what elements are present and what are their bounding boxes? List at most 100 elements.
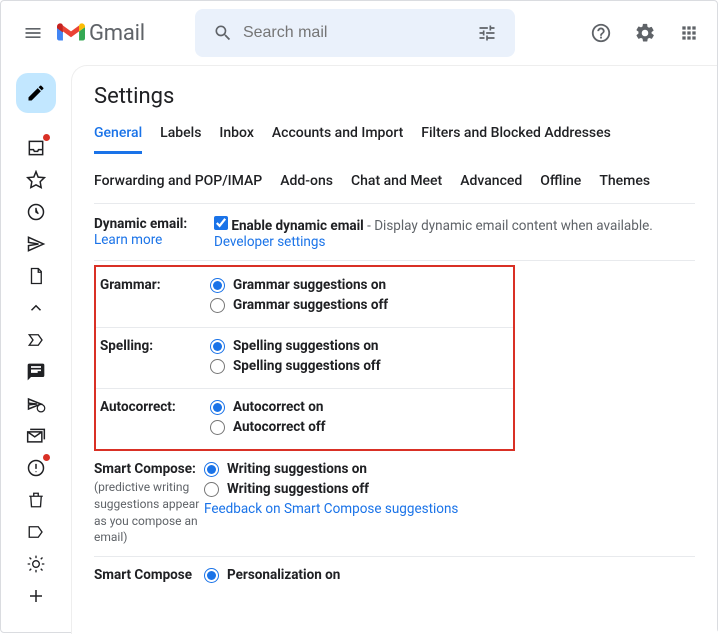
rail-starred[interactable] xyxy=(23,167,49,193)
rail-trash[interactable] xyxy=(23,487,49,513)
settings-tabs-row-1: General Labels Inbox Accounts and Import… xyxy=(94,125,695,155)
autocorrect-label: Autocorrect: xyxy=(100,399,210,439)
rail-categories[interactable] xyxy=(23,519,49,545)
autocorrect-on-radio[interactable] xyxy=(210,400,225,415)
gear-icon xyxy=(26,554,46,574)
personalization-on-label[interactable]: Personalization on xyxy=(227,567,340,583)
tab-filters[interactable]: Filters and Blocked Addresses xyxy=(421,125,611,154)
smart-compose-feedback-link[interactable]: Feedback on Smart Compose suggestions xyxy=(204,501,458,517)
tab-inbox[interactable]: Inbox xyxy=(219,125,253,154)
gear-icon xyxy=(634,22,656,44)
tab-chat[interactable]: Chat and Meet xyxy=(351,173,442,189)
section-smart-compose-personalization: Smart Compose Personalization on xyxy=(94,557,695,597)
smart-compose-pers-label: Smart Compose xyxy=(94,567,204,587)
help-icon xyxy=(590,22,612,44)
rail-spam[interactable] xyxy=(23,455,49,481)
enable-dynamic-email-label: Enable dynamic email xyxy=(231,218,363,234)
tab-general[interactable]: General xyxy=(94,125,142,154)
file-icon xyxy=(27,266,45,286)
spelling-on-radio[interactable] xyxy=(210,339,225,354)
send-icon xyxy=(26,234,46,254)
tab-accounts[interactable]: Accounts and Import xyxy=(272,125,403,154)
spelling-off-label[interactable]: Spelling suggestions off xyxy=(233,358,381,374)
apps-grid-icon xyxy=(679,23,699,43)
notification-dot xyxy=(43,454,50,461)
rail-important[interactable] xyxy=(23,327,49,353)
search-button[interactable] xyxy=(203,13,243,53)
spelling-on-label[interactable]: Spelling suggestions on xyxy=(233,338,379,354)
settings-tabs-row-2: Forwarding and POP/IMAP Add-ons Chat and… xyxy=(94,159,695,204)
search-options-button[interactable] xyxy=(467,13,507,53)
section-dynamic-email: Dynamic email: Learn more Enable dynamic… xyxy=(94,204,695,261)
notification-dot xyxy=(43,134,50,141)
section-smart-compose: Smart Compose: (predictive writing sugge… xyxy=(94,451,695,557)
trash-icon xyxy=(27,490,45,510)
dynamic-email-desc: - Display dynamic email content when ava… xyxy=(364,218,653,234)
search-icon xyxy=(213,23,233,43)
tab-addons[interactable]: Add-ons xyxy=(280,173,333,189)
rail-inbox[interactable] xyxy=(23,135,49,161)
grammar-off-radio[interactable] xyxy=(210,298,225,313)
tab-offline[interactable]: Offline xyxy=(540,173,581,189)
section-autocorrect: Autocorrect: Autocorrect on Autocorrect … xyxy=(96,389,513,449)
rail-create-label[interactable] xyxy=(23,583,49,609)
rail-snoozed[interactable] xyxy=(23,199,49,225)
autocorrect-off-radio[interactable] xyxy=(210,420,225,435)
tab-advanced[interactable]: Advanced xyxy=(460,173,522,189)
header-actions xyxy=(581,13,709,53)
compose-button[interactable] xyxy=(16,73,56,113)
page-title: Settings xyxy=(94,84,695,109)
plus-icon xyxy=(27,587,45,605)
learn-more-link[interactable]: Learn more xyxy=(94,232,162,248)
section-spelling: Spelling: Spelling suggestions on Spelli… xyxy=(96,328,513,389)
search-bar[interactable] xyxy=(195,9,515,57)
smart-compose-on-label[interactable]: Writing suggestions on xyxy=(227,461,367,477)
smart-compose-off-label[interactable]: Writing suggestions off xyxy=(227,481,369,497)
spelling-off-radio[interactable] xyxy=(210,359,225,374)
gmail-logo[interactable]: Gmail xyxy=(57,21,175,46)
grammar-on-label[interactable]: Grammar suggestions on xyxy=(233,277,386,293)
support-button[interactable] xyxy=(581,13,621,53)
tab-themes[interactable]: Themes xyxy=(599,173,650,189)
clock-icon xyxy=(26,202,46,222)
hamburger-icon xyxy=(23,23,43,43)
rail-manage-labels[interactable] xyxy=(23,551,49,577)
rail-collapse[interactable] xyxy=(23,295,49,321)
chat-icon xyxy=(26,362,46,382)
app-name: Gmail xyxy=(89,21,145,46)
app-header: Gmail xyxy=(1,1,717,65)
important-icon xyxy=(26,331,46,349)
rail-chats[interactable] xyxy=(23,359,49,385)
smart-compose-on-radio[interactable] xyxy=(204,462,219,477)
main-menu-button[interactable] xyxy=(9,9,57,57)
dynamic-email-label: Dynamic email: xyxy=(94,216,187,232)
enable-dynamic-email-checkbox[interactable] xyxy=(214,216,228,230)
personalization-on-radio[interactable] xyxy=(204,568,219,583)
settings-button[interactable] xyxy=(625,13,665,53)
autocorrect-off-label[interactable]: Autocorrect off xyxy=(233,419,326,435)
tab-forwarding[interactable]: Forwarding and POP/IMAP xyxy=(94,173,262,189)
rail-drafts[interactable] xyxy=(23,263,49,289)
pencil-icon xyxy=(26,83,46,103)
section-grammar: Grammar: Grammar suggestions on Grammar … xyxy=(96,267,513,328)
tune-icon xyxy=(477,23,497,43)
chevron-up-icon xyxy=(27,299,45,317)
spelling-label: Spelling: xyxy=(100,338,210,378)
highlighted-region: Grammar: Grammar suggestions on Grammar … xyxy=(94,265,515,451)
tab-labels[interactable]: Labels xyxy=(160,125,201,154)
settings-panel: Settings General Labels Inbox Accounts a… xyxy=(71,65,717,634)
developer-settings-link[interactable]: Developer settings xyxy=(214,234,325,250)
grammar-off-label[interactable]: Grammar suggestions off xyxy=(233,297,388,313)
rail-all-mail[interactable] xyxy=(23,423,49,449)
autocorrect-on-label[interactable]: Autocorrect on xyxy=(233,399,323,415)
smart-compose-sub: (predictive writing suggestions appear a… xyxy=(94,479,204,546)
apps-button[interactable] xyxy=(669,13,709,53)
grammar-on-radio[interactable] xyxy=(210,278,225,293)
rail-sent[interactable] xyxy=(23,231,49,257)
smart-compose-off-radio[interactable] xyxy=(204,482,219,497)
rail-scheduled[interactable] xyxy=(23,391,49,417)
star-icon xyxy=(26,170,46,190)
inbox-icon xyxy=(26,138,46,158)
search-input[interactable] xyxy=(243,24,467,42)
smart-compose-label: Smart Compose: xyxy=(94,461,196,477)
